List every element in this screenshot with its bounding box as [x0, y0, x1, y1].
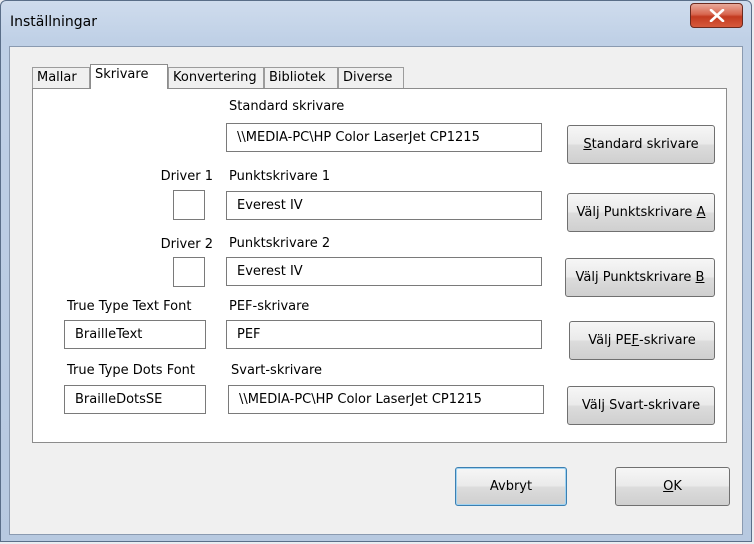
standard-printer-field[interactable]: \\MEDIA-PC\HP Color LaserJet CP1215 [226, 123, 542, 152]
select-dot-printer-b-button[interactable]: Välj Punktskrivare B [565, 258, 715, 297]
driver2-field[interactable] [173, 257, 205, 287]
dot-printer1-label: Punktskrivare 1 [229, 169, 331, 184]
settings-window: Inställningar Mallar Skrivare Konverteri… [0, 0, 752, 542]
select-dot-printer-a-button[interactable]: Välj Punktskrivare A [567, 193, 715, 232]
tab-konvertering[interactable]: Konvertering [168, 67, 264, 88]
driver1-field[interactable] [173, 190, 205, 220]
standard-printer-button[interactable]: Standard skrivare [567, 125, 715, 164]
black-printer-label: Svart-skrivare [231, 363, 323, 378]
pef-printer-label: PEF-skrivare [229, 299, 310, 314]
dot-b-button-label: Välj Punktskrivare [575, 270, 696, 285]
window-title: Inställningar [10, 14, 98, 30]
pef-button-label-post: -skrivare [639, 333, 696, 348]
driver2-label: Driver 2 [160, 237, 213, 252]
pef-printer-field[interactable]: PEF [226, 320, 542, 349]
title-bar[interactable]: Inställningar [1, 1, 751, 47]
close-icon [709, 9, 725, 22]
tab-skrivare[interactable]: Skrivare [90, 64, 168, 89]
tt-dots-font-label: True Type Dots Font [67, 363, 196, 378]
dot-a-button-label: Välj Punktskrivare [576, 205, 697, 220]
ok-button-label: K [673, 479, 682, 494]
tab-mallar[interactable]: Mallar [32, 67, 90, 88]
ok-mnemonic: O [663, 479, 674, 494]
pef-button-label-pre: Välj PE [588, 333, 632, 348]
tt-text-font-field[interactable]: BrailleText [64, 320, 206, 349]
standard-mnemonic: S [583, 137, 592, 152]
standard-printer-label: Standard skrivare [229, 99, 345, 114]
close-button[interactable] [690, 3, 743, 28]
driver1-label: Driver 1 [160, 169, 213, 184]
dot-b-mnemonic: B [695, 270, 705, 285]
dot-printer2-label: Punktskrivare 2 [229, 236, 331, 251]
select-pef-printer-button[interactable]: Välj PEF-skrivare [569, 321, 715, 360]
dot-printer2-field[interactable]: Everest IV [226, 257, 542, 286]
tab-diverse[interactable]: Diverse [338, 67, 404, 88]
tt-text-font-label: True Type Text Font [67, 299, 192, 314]
ok-button[interactable]: OK [615, 467, 730, 506]
dot-a-mnemonic: A [696, 205, 706, 220]
select-black-printer-button[interactable]: Välj Svart-skrivare [567, 386, 715, 425]
dialog-client-area: Mallar Skrivare Konvertering Bibliotek D… [9, 46, 743, 535]
cancel-button[interactable]: Avbryt [455, 467, 567, 506]
tab-panel-skrivare: Standard skrivare \\MEDIA-PC\HP Color La… [32, 88, 727, 443]
standard-button-label: tandard skrivare [591, 137, 699, 152]
black-printer-field[interactable]: \\MEDIA-PC\HP Color LaserJet CP1215 [228, 385, 544, 414]
tt-dots-font-field[interactable]: BrailleDotsSE [64, 385, 206, 414]
dot-printer1-field[interactable]: Everest IV [226, 191, 542, 220]
tab-bibliotek[interactable]: Bibliotek [264, 67, 338, 88]
pef-mnemonic: F [631, 333, 640, 348]
